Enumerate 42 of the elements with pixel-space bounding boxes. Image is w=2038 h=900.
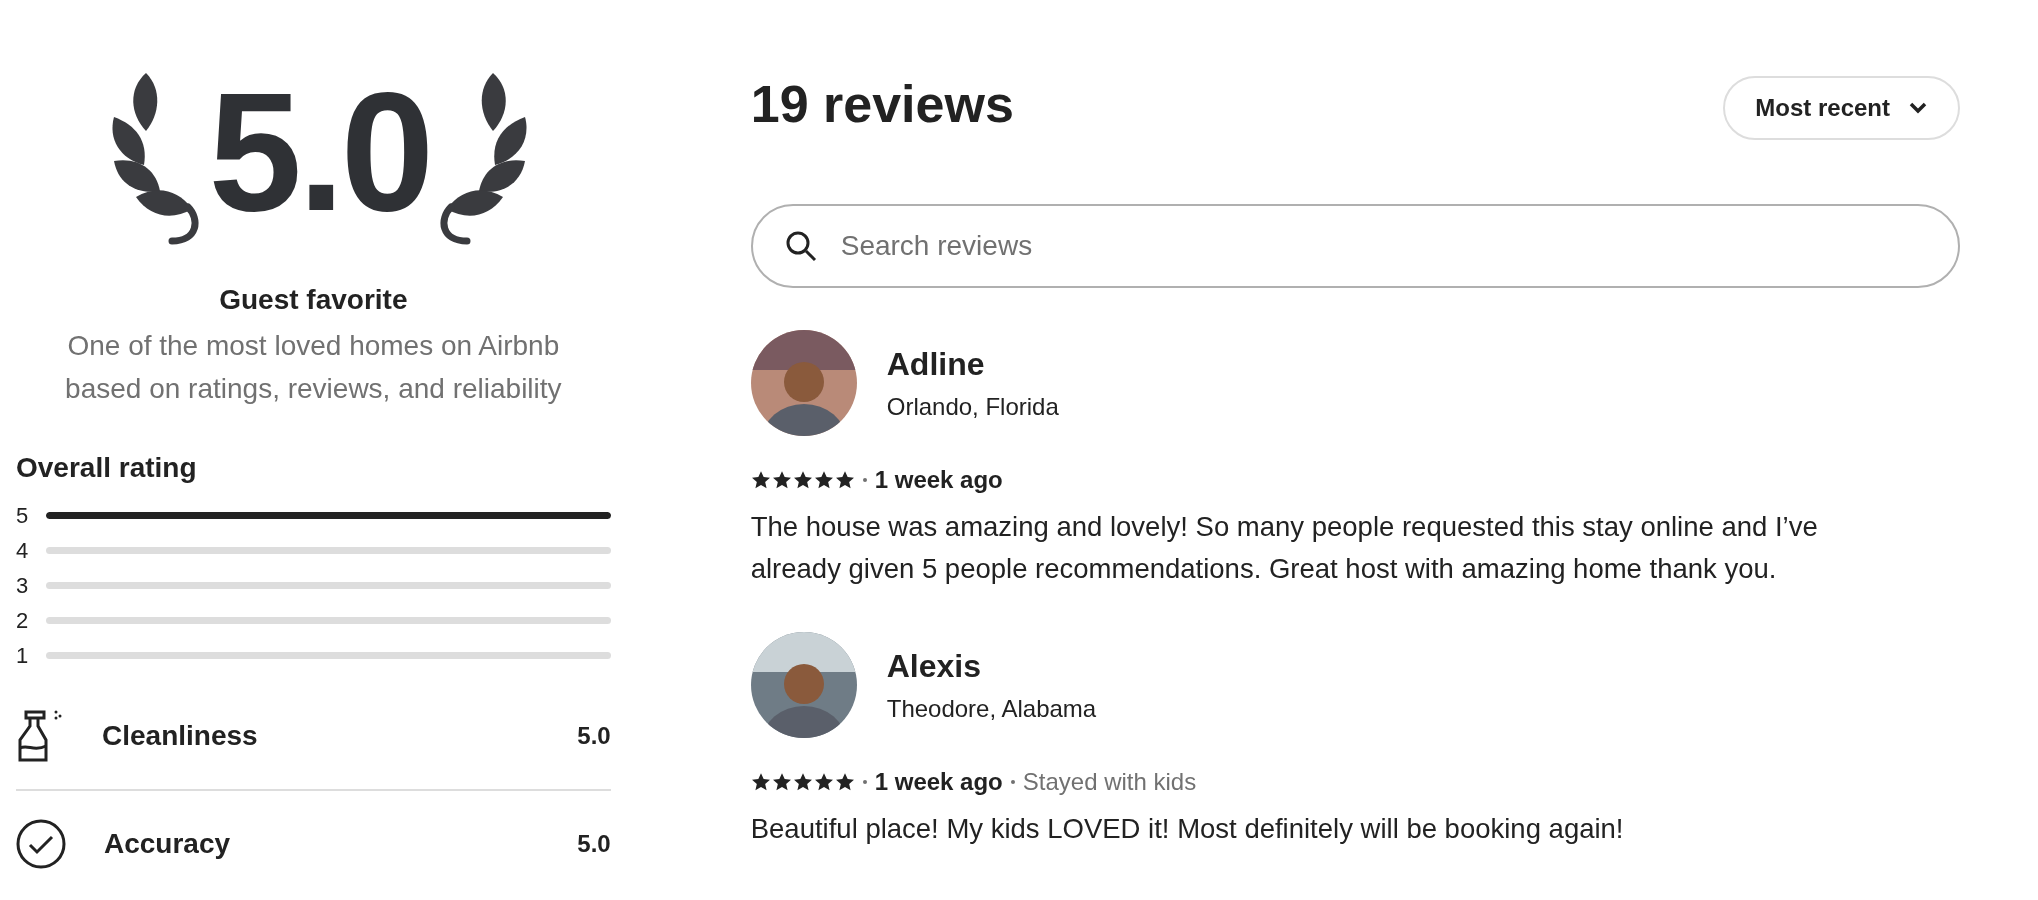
star-icon [792, 470, 813, 490]
badge-title: Guest favorite [218, 284, 409, 316]
review-text: Beautiful place! My kids LOVED it! Most definitely will be booking again! [750, 812, 1625, 846]
search-icon [784, 230, 817, 262]
reviewer-name: Alexis [886, 647, 982, 685]
section-title: Overall rating [16, 452, 198, 484]
reviewer-location: Theodore, Alabama [886, 694, 1097, 723]
separator-dot-icon [862, 478, 867, 482]
badge-description: One of the most loved homes on Airbnb based on ratings, reviews, and reliability [64, 329, 563, 406]
star-icon [792, 772, 813, 792]
review-date: 1 week ago [874, 466, 1003, 494]
star-icon [813, 772, 834, 792]
review-date: 1 week ago [874, 768, 1003, 796]
star-icon [750, 470, 771, 490]
star-icon [750, 772, 771, 792]
check-circle-icon [16, 819, 66, 869]
sort-dropdown[interactable]: Most recent [1723, 76, 1960, 140]
category-label: Accuracy [104, 828, 232, 860]
trip-type: Stayed with kids [1022, 768, 1197, 796]
reviewer-name: Adline [886, 345, 986, 383]
category-score: 5.0 [577, 830, 611, 858]
separator-dot-icon [1010, 780, 1015, 784]
star-icon [771, 470, 792, 490]
rating-label: 4 [16, 537, 30, 564]
star-icon [771, 772, 792, 792]
reviewer-location: Orlando, Florida [886, 392, 1059, 421]
rating-label: 2 [16, 607, 30, 634]
category-label: Cleanliness [102, 720, 259, 752]
rating-label: 3 [16, 572, 30, 599]
review-text: The house was amazing and lovely! So many people requested this stay online and I’ve already given 5 people recommendations. Great host with amazing home thank you. [750, 510, 1819, 586]
spray-bottle-icon [16, 708, 64, 764]
search-field[interactable]: Search reviews [750, 204, 1960, 288]
star-icon [813, 470, 834, 490]
rating-label: 1 [16, 642, 30, 669]
reviews-title: 19 reviews [750, 74, 1014, 134]
chevron-down-icon [1908, 101, 1928, 115]
rating-score: 5.0 [208, 68, 431, 248]
separator-dot-icon [862, 780, 867, 784]
category-score: 5.0 [577, 722, 611, 750]
star-icon [834, 772, 855, 792]
rating-label: 5 [16, 502, 30, 529]
star-icon [834, 470, 855, 490]
